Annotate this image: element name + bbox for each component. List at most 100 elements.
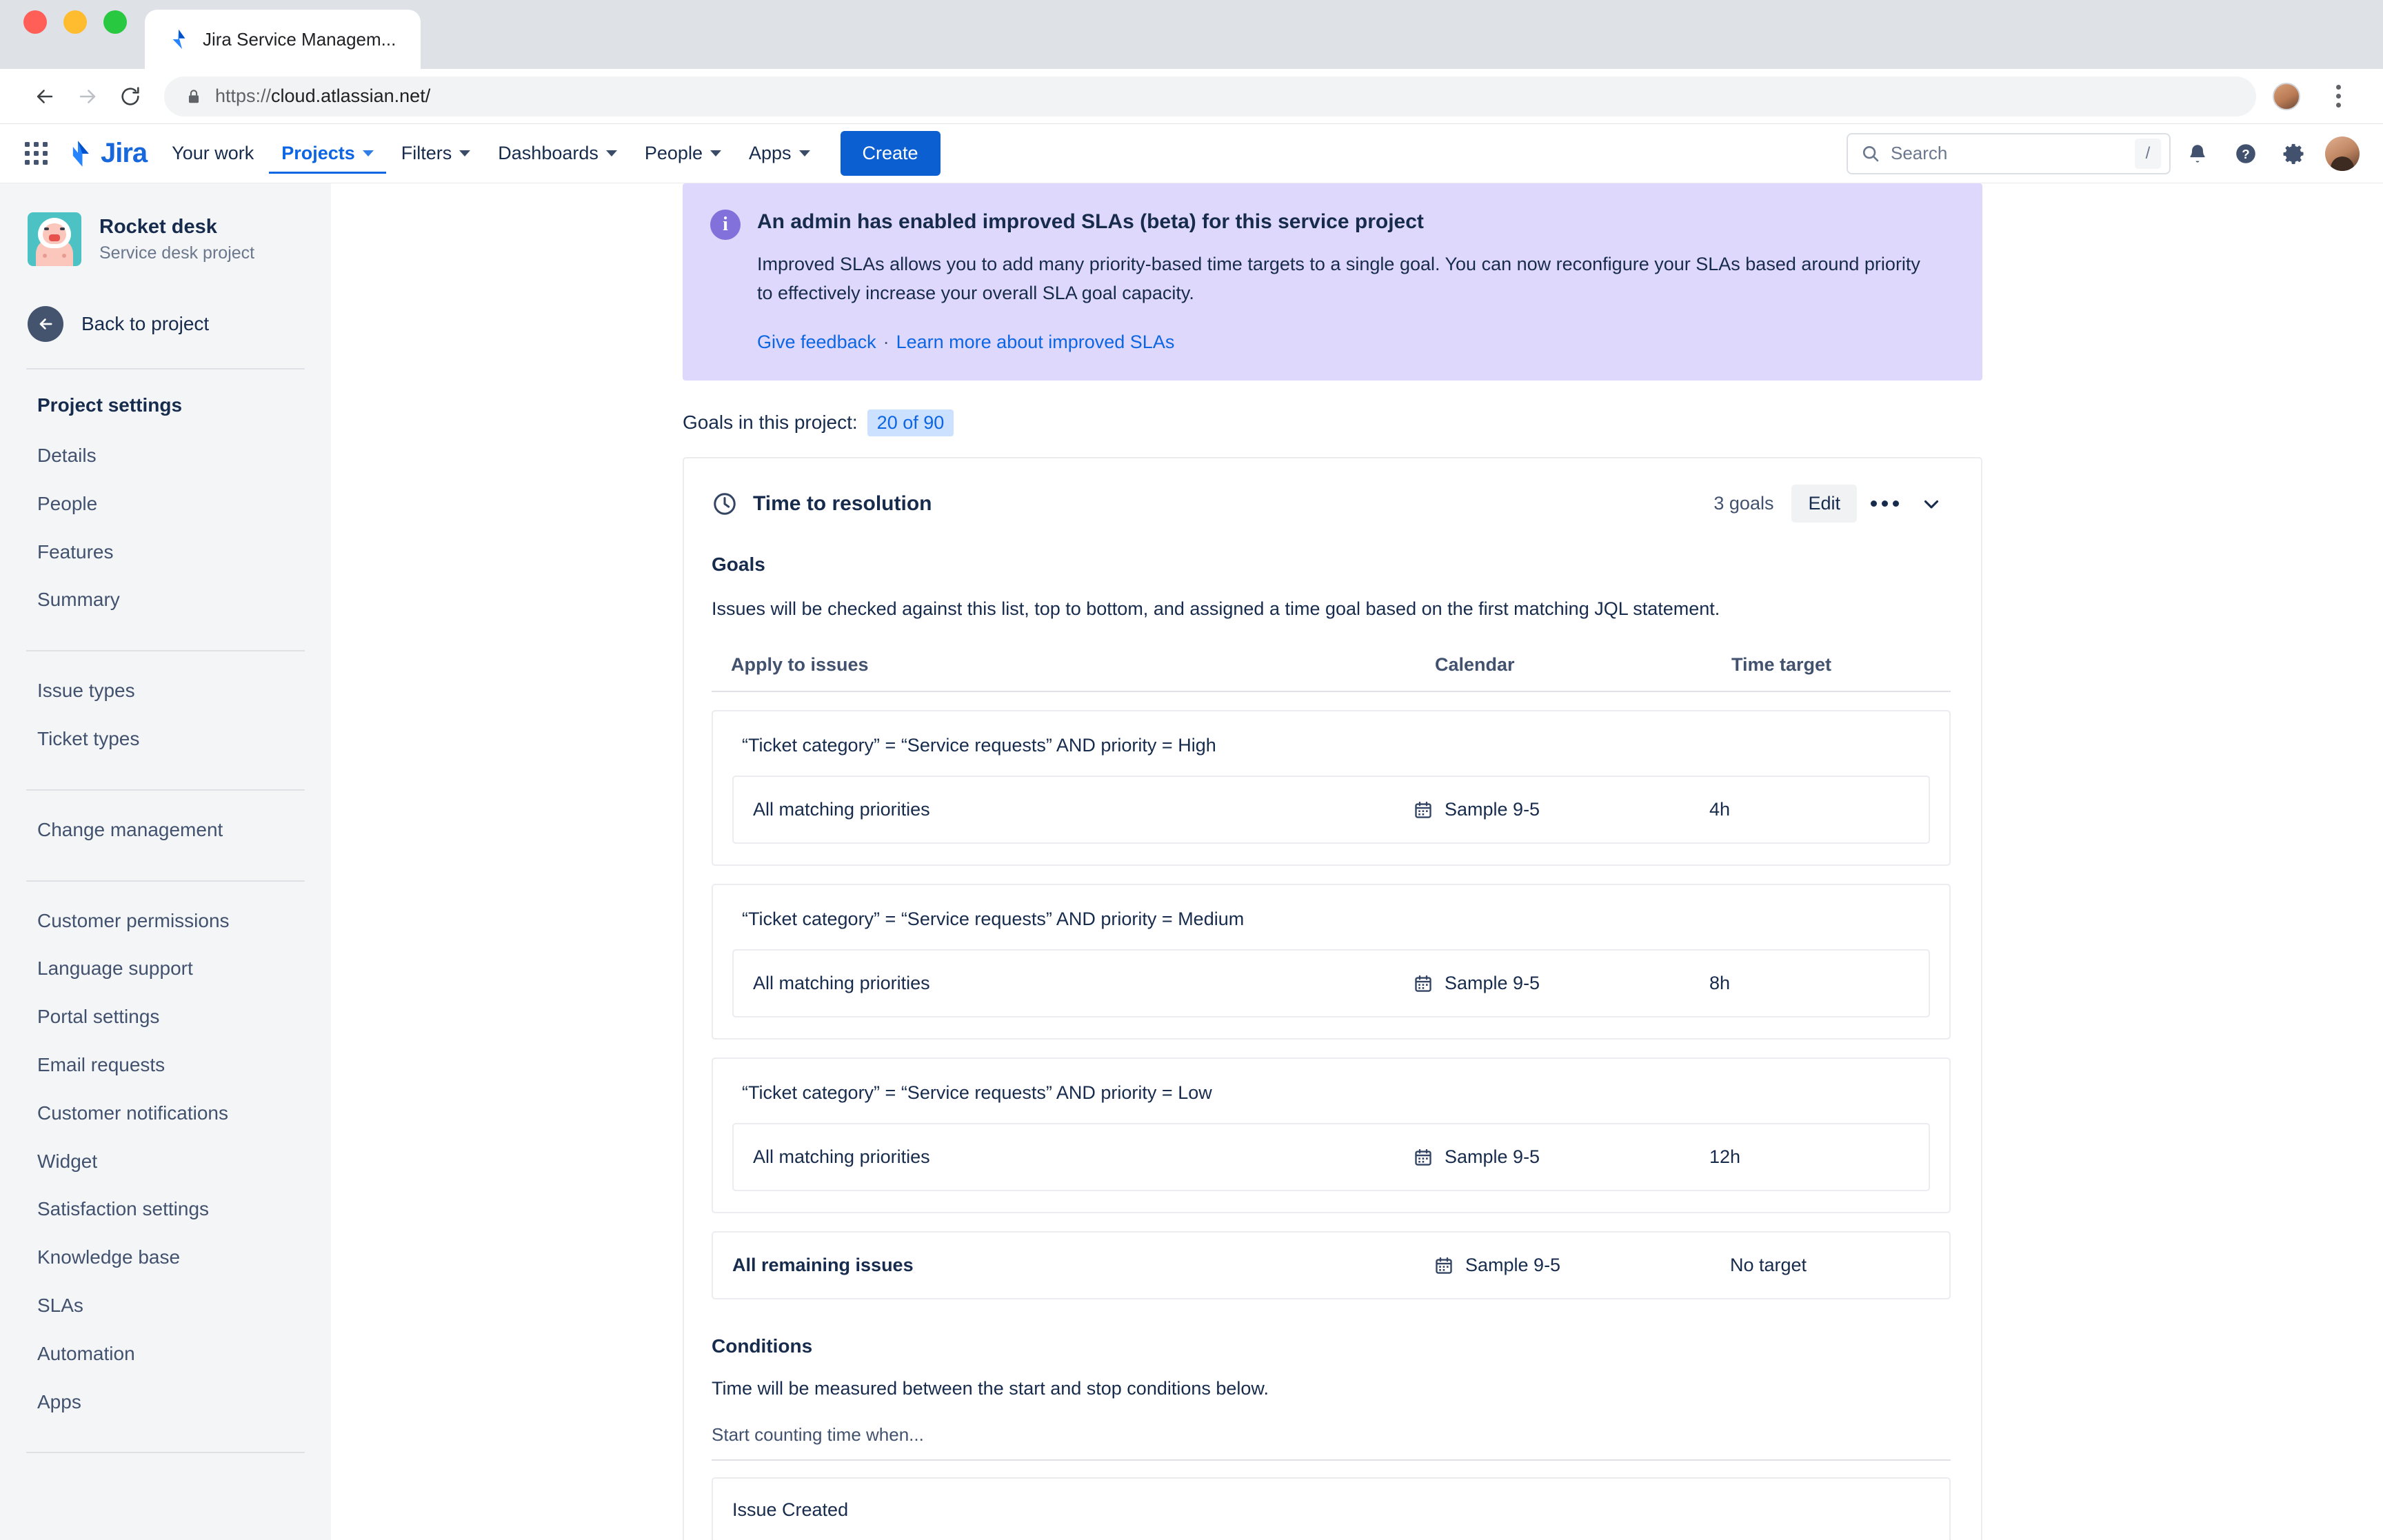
nav-item-filters[interactable]: Filters bbox=[389, 133, 483, 174]
close-window-button[interactable] bbox=[23, 10, 47, 34]
improved-slas-banner: i An admin has enabled improved SLAs (be… bbox=[683, 183, 1982, 381]
browser-profile-avatar[interactable] bbox=[2273, 83, 2300, 110]
chevron-down-icon bbox=[710, 150, 721, 156]
goal-row-remaining-issues[interactable]: All remaining issues bbox=[712, 1231, 1951, 1299]
url-scheme: https:// bbox=[215, 85, 271, 106]
banner-link-separator: · bbox=[883, 332, 889, 352]
browser-toolbar-right bbox=[2273, 75, 2360, 118]
browser-toolbar: https://cloud.atlassian.net/ bbox=[0, 69, 2383, 124]
sidebar-item-customer-notifications[interactable]: Customer notifications bbox=[0, 1089, 331, 1137]
nav-item-projects[interactable]: Projects bbox=[269, 133, 386, 174]
settings-button[interactable] bbox=[2273, 132, 2315, 175]
sidebar-item-widget[interactable]: Widget bbox=[0, 1137, 331, 1186]
sidebar-item-apps[interactable]: Apps bbox=[0, 1378, 331, 1426]
sidebar-item-summary[interactable]: Summary bbox=[0, 576, 331, 624]
help-button[interactable]: ? bbox=[2224, 132, 2267, 175]
project-header[interactable]: Rocket desk Service desk project bbox=[0, 212, 331, 266]
goal-jql-statement: “Ticket category” = “Service requests” A… bbox=[732, 904, 1930, 930]
user-avatar[interactable] bbox=[2325, 136, 2360, 171]
gear-icon bbox=[2282, 141, 2306, 166]
back-button[interactable] bbox=[23, 75, 66, 118]
search-shortcut-badge: / bbox=[2135, 139, 2161, 169]
notifications-button[interactable] bbox=[2176, 132, 2219, 175]
reload-icon bbox=[119, 85, 142, 108]
nav-item-apps[interactable]: Apps bbox=[736, 133, 823, 174]
conditions-description: Time will be measured between the start … bbox=[712, 1378, 1951, 1399]
browser-tab[interactable]: Jira Service Managem... bbox=[145, 10, 421, 69]
forward-arrow-icon bbox=[76, 85, 99, 108]
goal-target-row[interactable]: All matching priorities bbox=[732, 776, 1930, 844]
sidebar-item-people[interactable]: People bbox=[0, 480, 331, 528]
sidebar-item-details[interactable]: Details bbox=[0, 432, 331, 480]
sla-card-title-wrap: Time to resolution bbox=[712, 491, 932, 517]
create-button[interactable]: Create bbox=[841, 131, 941, 176]
remaining-issues-label: All remaining issues bbox=[732, 1255, 1434, 1276]
goal-apply-label: All matching priorities bbox=[753, 799, 1413, 820]
more-horizontal-icon bbox=[1871, 500, 1899, 507]
maximize-window-button[interactable] bbox=[103, 10, 127, 34]
learn-more-link[interactable]: Learn more about improved SLAs bbox=[896, 332, 1175, 352]
remaining-time-target: No target bbox=[1730, 1255, 1937, 1276]
search-input[interactable]: Search / bbox=[1847, 133, 2171, 174]
lock-icon bbox=[185, 88, 203, 105]
sidebar-group-service: Customer permissions Language support Po… bbox=[0, 882, 331, 1426]
back-to-project-button[interactable]: Back to project bbox=[0, 306, 331, 342]
calendar-icon bbox=[1413, 1147, 1434, 1168]
goal-group[interactable]: “Ticket category” = “Service requests” A… bbox=[712, 884, 1951, 1040]
reload-button[interactable] bbox=[109, 75, 152, 118]
app-switcher-button[interactable] bbox=[15, 133, 57, 174]
sidebar-item-customer-permissions[interactable]: Customer permissions bbox=[0, 897, 331, 945]
browser-tabstrip: Jira Service Managem... bbox=[0, 0, 2383, 69]
goal-time-target: 12h bbox=[1709, 1146, 1916, 1168]
calendar-icon bbox=[1413, 800, 1434, 820]
forward-button[interactable] bbox=[66, 75, 109, 118]
edit-button[interactable]: Edit bbox=[1791, 485, 1857, 523]
sidebar-item-satisfaction-settings[interactable]: Satisfaction settings bbox=[0, 1185, 331, 1233]
sidebar-item-email-requests[interactable]: Email requests bbox=[0, 1041, 331, 1089]
minimize-window-button[interactable] bbox=[63, 10, 87, 34]
sidebar-item-change-management[interactable]: Change management bbox=[0, 806, 331, 854]
help-question-icon: ? bbox=[2233, 141, 2258, 166]
column-header-calendar: Calendar bbox=[1435, 654, 1731, 676]
collapse-card-button[interactable] bbox=[1912, 485, 1951, 523]
goal-calendar-cell: Sample 9-5 bbox=[1413, 973, 1709, 994]
goal-target-row[interactable]: All matching priorities bbox=[732, 1123, 1930, 1191]
clock-icon bbox=[712, 491, 738, 517]
more-actions-button[interactable] bbox=[1865, 485, 1904, 523]
sidebar-item-automation[interactable]: Automation bbox=[0, 1330, 331, 1378]
sidebar-item-knowledge-base[interactable]: Knowledge base bbox=[0, 1233, 331, 1281]
banner-links: Give feedback · Learn more about improved … bbox=[757, 332, 1929, 353]
goal-target-row[interactable]: All matching priorities bbox=[732, 949, 1930, 1017]
condition-item-issue-created[interactable]: Issue Created bbox=[712, 1477, 1951, 1540]
column-header-apply-label: Apply to issues bbox=[731, 654, 869, 675]
sidebar-item-ticket-types[interactable]: Ticket types bbox=[0, 715, 331, 763]
browser-chrome: Jira Service Managem... https://cloud. bbox=[0, 0, 2383, 124]
sidebar-item-portal-settings[interactable]: Portal settings bbox=[0, 993, 331, 1041]
banner-body: Improved SLAs allows you to add many pri… bbox=[757, 250, 1929, 308]
column-header-target: Time target bbox=[1731, 654, 1938, 676]
nav-item-dashboards[interactable]: Dashboards bbox=[485, 133, 630, 174]
project-name: Rocket desk bbox=[99, 214, 254, 239]
give-feedback-link[interactable]: Give feedback bbox=[757, 332, 876, 352]
sidebar-item-issue-types[interactable]: Issue types bbox=[0, 667, 331, 715]
goal-calendar-label: Sample 9-5 bbox=[1445, 799, 1540, 820]
app-body: Rocket desk Service desk project Back to… bbox=[0, 183, 2383, 1540]
nav-item-people[interactable]: People bbox=[632, 133, 734, 174]
app-switcher-grid-icon bbox=[25, 142, 48, 165]
address-bar-url: https://cloud.atlassian.net/ bbox=[215, 85, 430, 107]
goal-group[interactable]: “Ticket category” = “Service requests” A… bbox=[712, 1057, 1951, 1213]
sidebar-divider bbox=[26, 1452, 305, 1453]
kebab-menu-icon bbox=[2336, 85, 2341, 108]
sidebar-item-language-support[interactable]: Language support bbox=[0, 944, 331, 993]
sla-card-time-to-resolution: Time to resolution 3 goals Edit bbox=[683, 457, 1982, 1540]
goal-time-target: 4h bbox=[1709, 799, 1916, 820]
sidebar-item-features[interactable]: Features bbox=[0, 528, 331, 576]
address-bar[interactable]: https://cloud.atlassian.net/ bbox=[164, 77, 2256, 116]
nav-item-your-work[interactable]: Your work bbox=[159, 133, 266, 174]
sidebar-item-slas[interactable]: SLAs bbox=[0, 1281, 331, 1330]
project-sidebar: Rocket desk Service desk project Back to… bbox=[0, 183, 331, 1540]
browser-menu-button[interactable] bbox=[2317, 75, 2360, 118]
calendar-icon bbox=[1413, 973, 1434, 994]
jira-logo[interactable]: Jira bbox=[62, 138, 147, 170]
goal-group[interactable]: “Ticket category” = “Service requests” A… bbox=[712, 710, 1951, 866]
